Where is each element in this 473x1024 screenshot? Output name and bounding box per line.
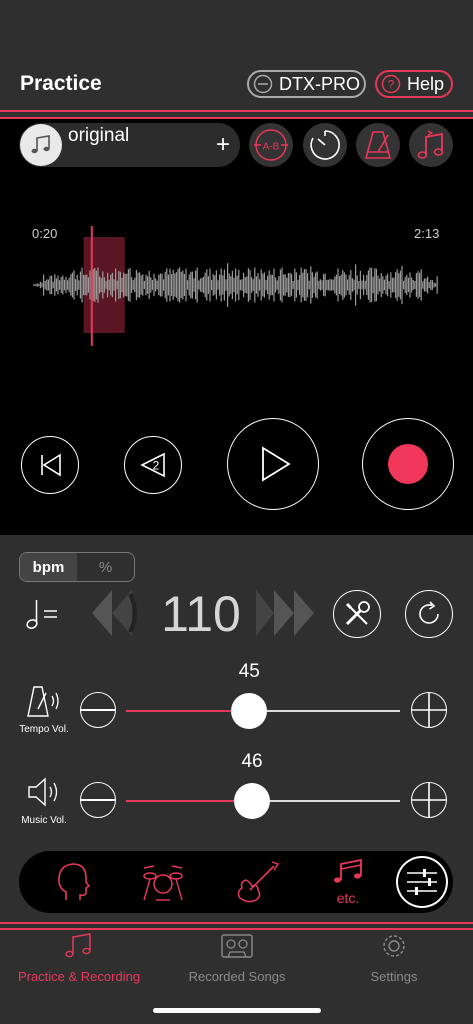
tab-practice-recording[interactable]: Practice & Recording <box>0 932 158 984</box>
timer-icon <box>310 130 340 160</box>
mixer-inner <box>398 858 446 906</box>
metronome-button[interactable] <box>356 123 400 167</box>
bpm-mode-button[interactable]: bpm <box>20 553 77 581</box>
record-button[interactable] <box>362 418 454 510</box>
tempo-volume-value: 45 <box>238 661 260 682</box>
record-icon <box>388 444 428 484</box>
reset-tempo-button[interactable] <box>405 590 453 638</box>
cassette-tape-icon <box>221 934 253 958</box>
ab-label: A-B <box>263 142 280 153</box>
header-divider <box>0 110 473 119</box>
timer-button[interactable] <box>303 123 347 167</box>
svg-text:?: ? <box>388 78 395 92</box>
minus-icon <box>81 709 115 711</box>
music-notes-icon <box>334 858 362 883</box>
music-volume-minus[interactable] <box>80 782 116 818</box>
music-volume-label: Music Vol. <box>21 815 67 826</box>
tools-button[interactable] <box>333 590 381 638</box>
music-notes-icon <box>65 933 91 958</box>
rewind-icon: 2 <box>140 452 165 478</box>
vocal-head-icon[interactable] <box>52 860 92 902</box>
tab-bar-divider <box>0 922 473 930</box>
percent-mode-button[interactable]: % <box>77 553 134 581</box>
double-chevron-right-icon <box>256 590 314 636</box>
etc-instruments-button[interactable]: etc. <box>326 858 370 906</box>
drums-icon[interactable] <box>140 860 186 902</box>
question-icon: ? <box>381 74 401 94</box>
music-settings-button[interactable] <box>409 123 453 167</box>
header <box>0 0 473 120</box>
sliders-icon <box>407 869 437 895</box>
music-note-icon <box>31 135 50 154</box>
double-chevron-left-icon <box>92 590 137 636</box>
tempo-decrease-button[interactable] <box>92 590 150 636</box>
ab-repeat-icon: A-B <box>254 129 288 161</box>
rewind-steps: 2 <box>153 459 160 473</box>
gear-icon <box>383 935 405 957</box>
music-notes-icon <box>417 130 444 159</box>
tab-practice-recording-label: Practice & Recording <box>17 969 141 984</box>
home-indicator <box>153 1008 321 1013</box>
tab-recorded-songs-label: Recorded Songs <box>188 969 286 984</box>
tempo-mode-toggle: bpm % <box>19 552 135 582</box>
waveform[interactable] <box>30 220 442 350</box>
plus-icon <box>412 693 446 727</box>
half-note-icon <box>26 600 57 629</box>
music-volume-value: 46 <box>241 751 263 772</box>
metronome-icon <box>364 131 392 159</box>
song-name: original <box>68 125 130 146</box>
tempo-volume-minus[interactable] <box>80 692 116 728</box>
tab-settings[interactable]: Settings <box>315 932 473 984</box>
tab-settings-label: Settings <box>370 969 418 984</box>
dtx-pro-label: DTX-PRO <box>279 73 360 94</box>
music-volume-thumb[interactable] <box>234 783 271 819</box>
tempo-volume-label: Tempo Vol. <box>19 724 69 735</box>
play-icon <box>262 446 291 482</box>
refresh-icon <box>419 601 439 624</box>
music-volume-track <box>252 800 400 802</box>
metronome-volume-icon <box>27 686 59 717</box>
tempo-volume-plus[interactable] <box>411 692 447 728</box>
ab-repeat-button[interactable]: A-B <box>249 123 293 167</box>
page-title: Practice <box>20 72 102 95</box>
tempo-value: 110 <box>161 586 241 642</box>
mixer-button[interactable] <box>396 856 448 908</box>
waveform-bars <box>33 263 438 307</box>
etc-label: etc. <box>336 890 360 906</box>
song-artwork <box>20 124 62 166</box>
tempo-volume-track <box>249 710 400 712</box>
tempo-increase-button[interactable] <box>256 590 314 636</box>
dtx-pro-button[interactable]: DTX-PRO <box>247 70 366 98</box>
violin-icon[interactable] <box>234 858 280 904</box>
plus-icon <box>412 783 446 817</box>
help-label: Help <box>407 73 445 94</box>
song-selector[interactable]: original + <box>19 123 240 167</box>
skip-to-start-button[interactable] <box>21 436 79 494</box>
music-volume-plus[interactable] <box>411 782 447 818</box>
help-button[interactable]: ? Help <box>375 70 453 98</box>
play-button[interactable] <box>227 418 319 510</box>
minus-icon <box>81 799 115 801</box>
wrench-screwdriver-icon <box>345 601 370 626</box>
speaker-volume-icon <box>28 777 58 807</box>
add-song-button[interactable]: + <box>216 133 230 157</box>
skip-back-icon <box>41 453 61 477</box>
tab-recorded-songs[interactable]: Recorded Songs <box>158 932 316 984</box>
minus-circle-icon <box>253 74 273 94</box>
rewind-button[interactable]: 2 <box>124 436 182 494</box>
